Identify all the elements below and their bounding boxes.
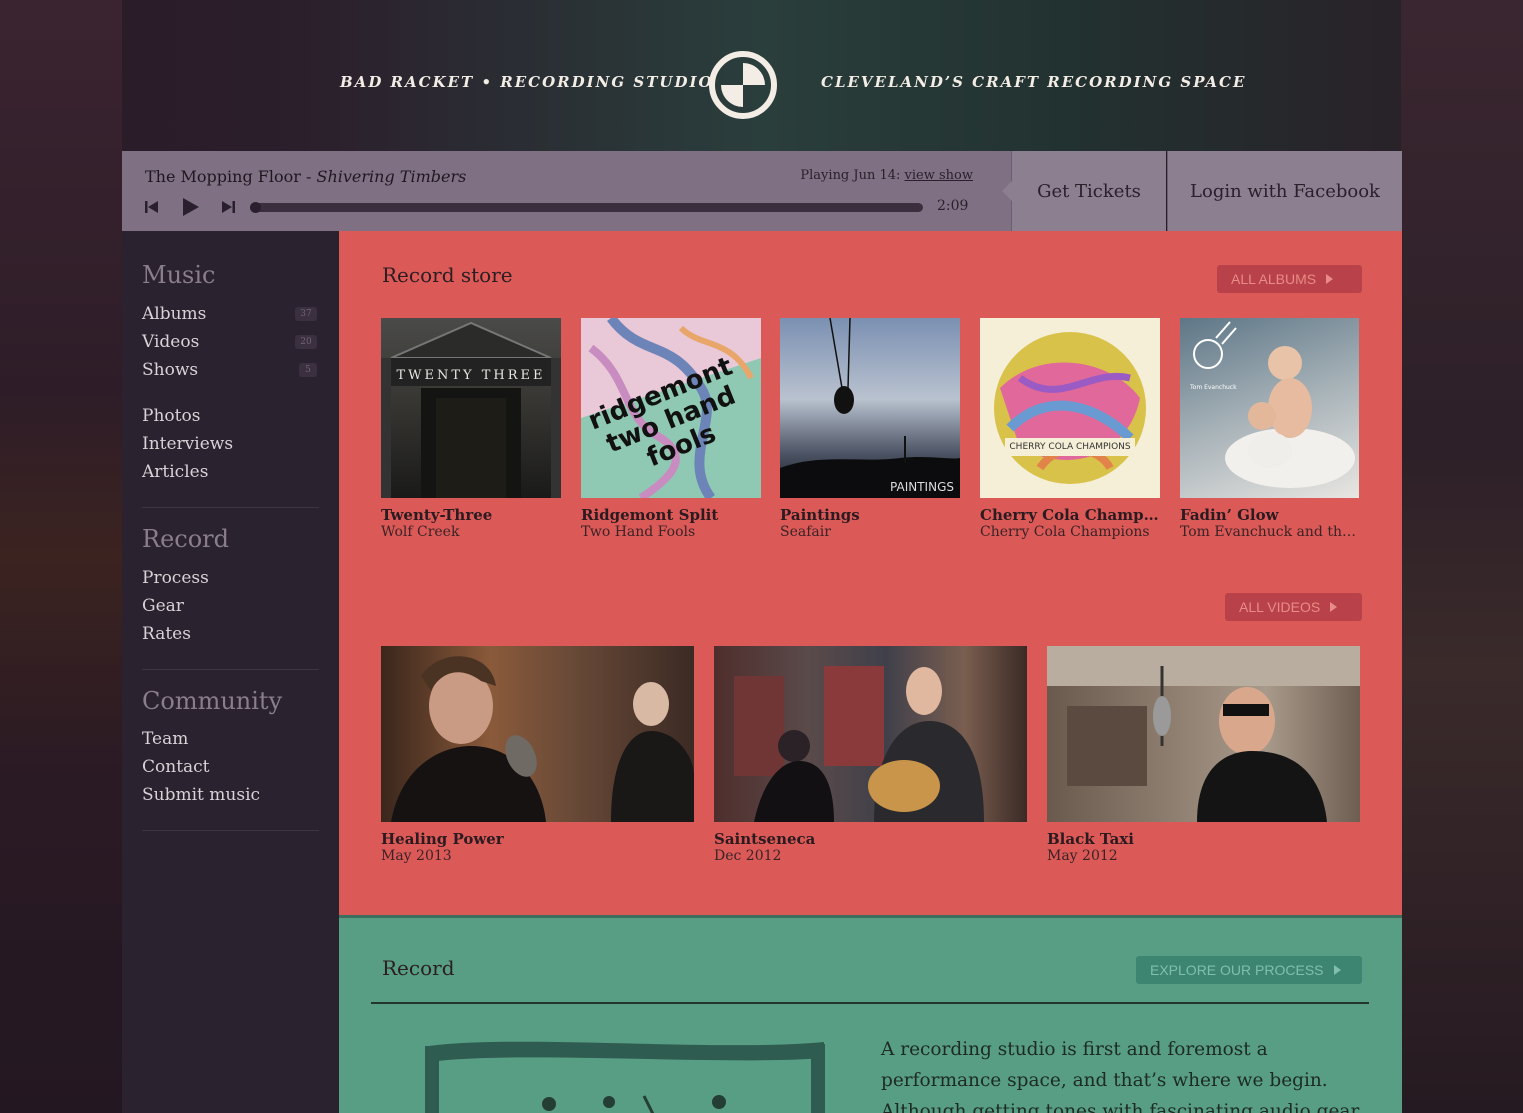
record-section-title: Record <box>382 956 455 980</box>
all-albums-button[interactable]: ALL ALBUMS <box>1217 265 1362 293</box>
sidebar-item-articles[interactable]: Articles <box>142 462 208 482</box>
get-tickets-button[interactable]: Get Tickets <box>1002 151 1166 231</box>
record-section: Record EXPLORE OUR PROCESS A recording s… <box>339 915 1402 1113</box>
login-facebook-button[interactable]: Login with Facebook <box>1167 151 1402 231</box>
album-title[interactable]: Ridgemont Split <box>581 506 761 524</box>
play-arrow-icon <box>1326 274 1334 284</box>
album-card[interactable]: TWENTY THREE Twenty-Three Wolf Creek <box>381 318 561 540</box>
album-cover[interactable]: TWENTY THREE <box>381 318 561 498</box>
album-artist[interactable]: Cherry Cola Champions <box>980 524 1160 540</box>
album-cover[interactable]: CHERRY COLA CHAMPIONS <box>980 318 1160 498</box>
album-artist[interactable]: Wolf Creek <box>381 524 561 540</box>
track-artist: The Mopping Floor <box>145 167 301 186</box>
sidebar-item-team[interactable]: Team <box>142 729 188 749</box>
sidebar-divider <box>142 830 319 831</box>
album-artist[interactable]: Tom Evanchuck and the ... <box>1180 524 1359 540</box>
album-card[interactable]: ridgemont two hand fools Ridgemont Split… <box>581 318 761 540</box>
sidebar-item-process[interactable]: Process <box>142 568 209 588</box>
sidebar-item-rates[interactable]: Rates <box>142 624 191 644</box>
studio-slogan: CLEVELAND’S CRAFT RECORDING SPACE <box>821 73 1247 91</box>
sidebar-heading-community: Community <box>142 687 283 715</box>
album-title[interactable]: Cherry Cola Champi... <box>980 506 1160 524</box>
all-videos-button[interactable]: ALL VIDEOS <box>1225 593 1362 621</box>
play-arrow-icon <box>1330 602 1338 612</box>
album-card[interactable]: CHERRY COLA CHAMPIONS Cherry Cola Champi… <box>980 318 1160 540</box>
video-title[interactable]: Saintseneca <box>714 830 1027 848</box>
show-date: Playing Jun 14: view show <box>800 168 973 183</box>
video-thumbnail[interactable] <box>714 646 1027 822</box>
sidebar-divider <box>142 669 319 670</box>
sidebar-item-submit-music[interactable]: Submit music <box>142 785 260 805</box>
videos-count-badge: 20 <box>295 335 317 349</box>
sidebar-item-photos[interactable]: Photos <box>142 406 200 426</box>
view-show-link[interactable]: view show <box>905 168 973 183</box>
sidebar-heading-music: Music <box>142 261 216 289</box>
album-cover[interactable]: Tom Evanchuck <box>1180 318 1359 498</box>
video-thumbnail[interactable] <box>381 646 694 822</box>
sidebar-item-albums[interactable]: Albums <box>142 304 206 324</box>
explore-process-button[interactable]: EXPLORE OUR PROCESS <box>1136 956 1362 984</box>
sidebar-item-gear[interactable]: Gear <box>142 596 184 616</box>
sidebar-nav: Music Albums 37 Videos 20 Shows 5 Photos… <box>122 231 339 1113</box>
sidebar-item-contact[interactable]: Contact <box>142 757 210 777</box>
sidebar-item-shows[interactable]: Shows <box>142 360 198 380</box>
album-title[interactable]: Fadin’ Glow <box>1180 506 1359 524</box>
bad-racket-logo-icon[interactable] <box>707 49 779 121</box>
sidebar-divider <box>142 507 319 508</box>
background-photo-left <box>0 0 122 1113</box>
shows-count-badge: 5 <box>299 363 317 377</box>
audio-player: The Mopping Floor - Shivering Timbers Pl… <box>122 151 1011 231</box>
studio-sketch-illustration <box>425 1041 825 1113</box>
video-card[interactable]: Healing Power May 2013 <box>381 646 694 864</box>
sidebar-item-videos[interactable]: Videos <box>142 332 199 352</box>
video-card[interactable]: Saintseneca Dec 2012 <box>714 646 1027 864</box>
previous-track-icon[interactable] <box>142 197 162 217</box>
video-date: May 2012 <box>1047 848 1118 864</box>
album-card[interactable]: PAINTINGS Paintings Seafair <box>780 318 960 540</box>
sidebar-item-interviews[interactable]: Interviews <box>142 434 233 454</box>
next-track-icon[interactable] <box>218 197 238 217</box>
albums-count-badge: 37 <box>295 307 317 321</box>
sidebar-heading-record: Record <box>142 525 229 553</box>
album-card[interactable]: Tom Evanchuck Fadin’ Glow Tom Evanchuck … <box>1180 318 1359 540</box>
video-card[interactable]: Black Taxi May 2012 <box>1047 646 1360 864</box>
album-title[interactable]: Paintings <box>780 506 960 524</box>
now-playing-track: The Mopping Floor - Shivering Timbers <box>145 167 467 186</box>
studio-tagline: BAD RACKET • RECORDING STUDIO <box>340 73 714 91</box>
album-cover[interactable]: ridgemont two hand fools <box>581 318 761 498</box>
album-artist[interactable]: Two Hand Fools <box>581 524 761 540</box>
play-icon[interactable] <box>178 195 202 219</box>
playback-progress-bar[interactable] <box>250 202 923 213</box>
progress-knob[interactable] <box>250 202 261 213</box>
track-song: Shivering Timbers <box>316 167 467 186</box>
album-artist[interactable]: Seafair <box>780 524 960 540</box>
section-divider <box>371 1002 1369 1004</box>
video-title[interactable]: Healing Power <box>381 830 694 848</box>
background-photo-right <box>1401 0 1523 1113</box>
video-thumbnail[interactable] <box>1047 646 1360 822</box>
play-arrow-icon <box>1333 965 1341 975</box>
video-date: Dec 2012 <box>714 848 782 864</box>
album-cover[interactable]: PAINTINGS <box>780 318 960 498</box>
playback-time: 2:09 <box>937 198 969 214</box>
video-date: May 2013 <box>381 848 452 864</box>
record-intro-text: A recording studio is first and foremost… <box>881 1039 1360 1113</box>
record-store-title: Record store <box>382 263 513 287</box>
video-title[interactable]: Black Taxi <box>1047 830 1360 848</box>
album-title[interactable]: Twenty-Three <box>381 506 561 524</box>
